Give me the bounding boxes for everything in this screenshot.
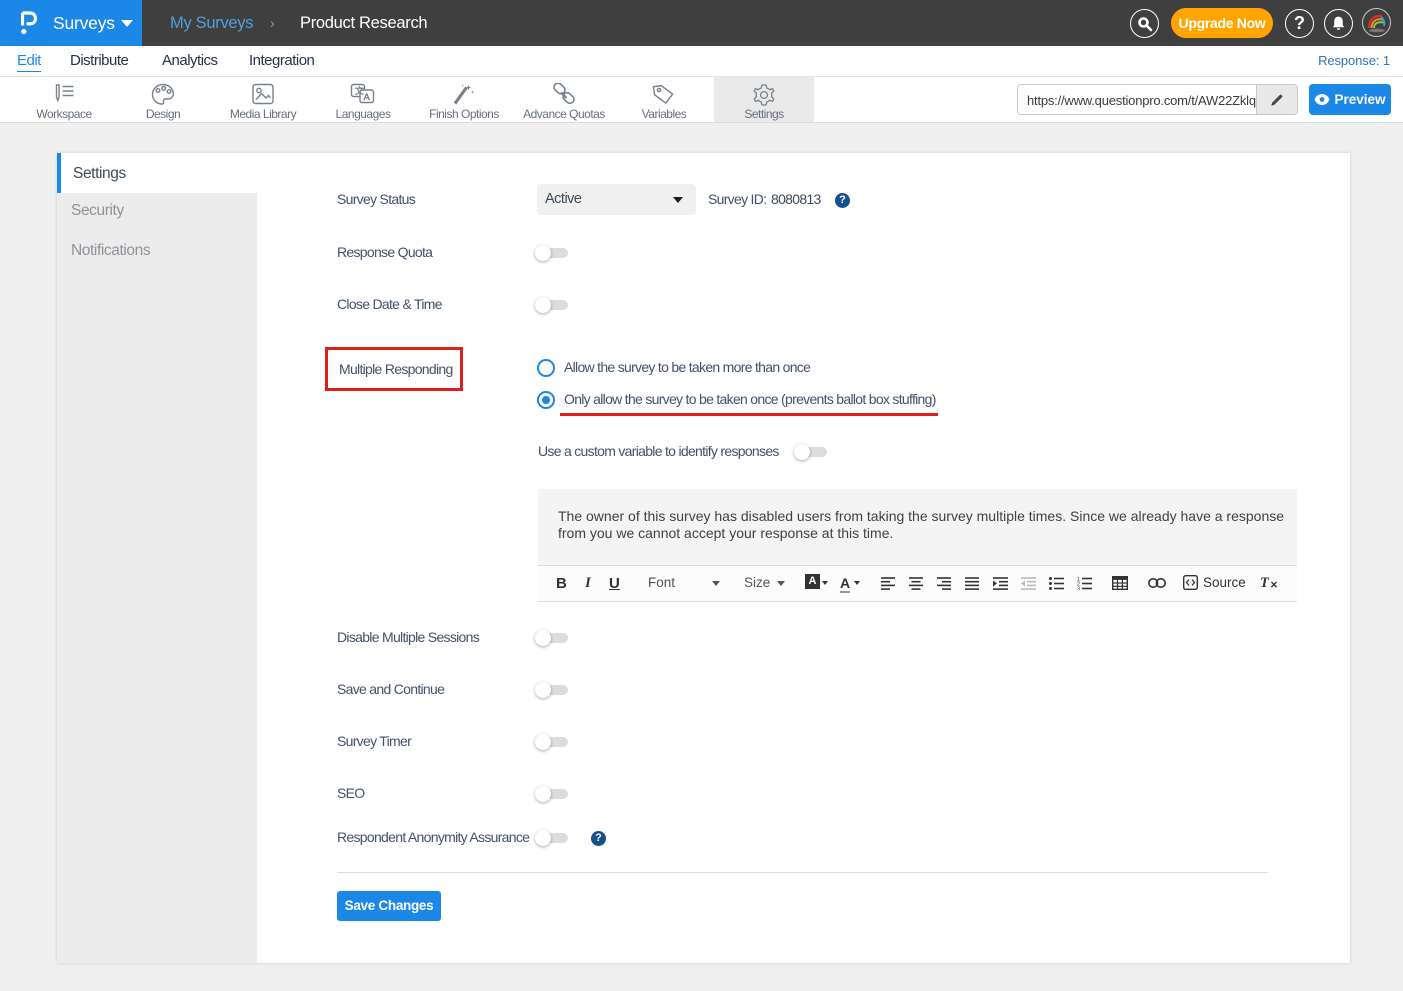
svg-text:A: A	[364, 92, 371, 103]
svg-text:3: 3	[1077, 587, 1080, 591]
